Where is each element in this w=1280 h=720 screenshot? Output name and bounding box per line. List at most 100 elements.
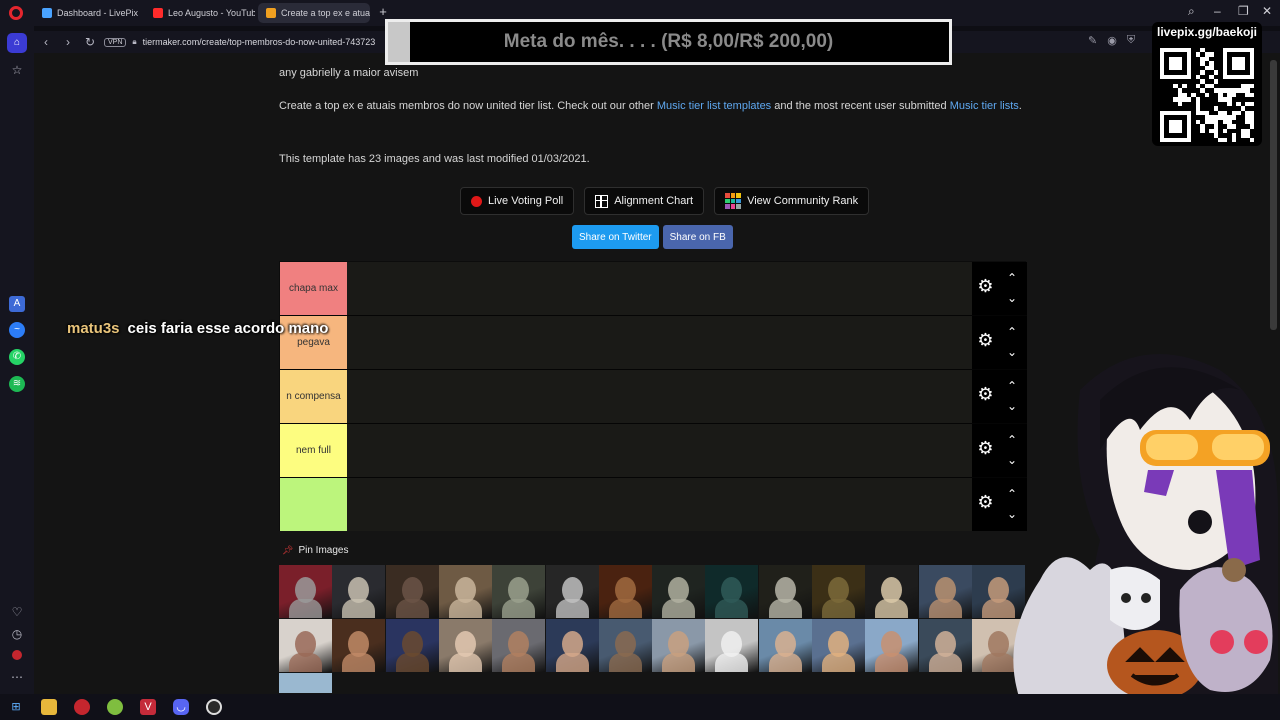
tier-image-thumb[interactable] xyxy=(492,619,546,672)
spotify-icon[interactable]: ≋ xyxy=(9,376,25,392)
obs-icon[interactable] xyxy=(206,699,222,715)
tier-image-thumb[interactable] xyxy=(705,565,759,618)
pin-images-toggle[interactable]: 📌︎ Pin Images xyxy=(282,545,348,556)
tier-image-thumb[interactable] xyxy=(279,673,332,693)
windows-start-icon[interactable]: ⊞ xyxy=(8,699,24,715)
windows-taskbar: ⊞ V ◡ xyxy=(0,694,1280,720)
camera-icon[interactable]: ◉ xyxy=(1107,34,1117,47)
tab-livepix[interactable]: Dashboard - LivePix xyxy=(34,3,142,23)
messenger-icon[interactable]: ~ xyxy=(9,322,25,338)
file-explorer-icon[interactable] xyxy=(41,699,57,715)
tier-image-thumb[interactable] xyxy=(865,565,919,618)
app-taskbar-icon[interactable] xyxy=(107,699,123,715)
tier-label[interactable]: chapa max xyxy=(280,262,347,315)
qr-module xyxy=(1222,128,1228,134)
thumb-figure xyxy=(928,599,962,618)
music-templates-link[interactable]: Music tier list templates xyxy=(657,100,771,112)
whatsapp-icon[interactable]: ✆ xyxy=(9,349,25,365)
tier-row: n compensa ⚙ ⌃ ⌄ xyxy=(280,370,1027,424)
vpn-status-icon[interactable] xyxy=(12,650,22,660)
view-community-rank-button[interactable]: View Community Rank xyxy=(714,187,870,215)
star-icon[interactable]: ☆ xyxy=(9,62,25,78)
thumb-figure xyxy=(342,599,376,618)
tier-label[interactable]: nem full xyxy=(280,424,347,477)
tier-image-thumb[interactable] xyxy=(385,619,439,672)
restore-icon[interactable]: ❐ xyxy=(1238,4,1249,18)
url-text: tiermaker.com/create/top-membros-do-now-… xyxy=(142,37,376,47)
search-tabs-icon[interactable]: ⌕ xyxy=(1188,4,1195,19)
valorant-icon[interactable]: V xyxy=(140,699,156,715)
aria-icon[interactable]: A xyxy=(9,296,25,312)
tier-image-thumb[interactable] xyxy=(438,619,492,672)
alignment-chart-button[interactable]: Alignment Chart xyxy=(584,187,705,215)
qr-label: livepix.gg/baekoji xyxy=(1156,25,1258,39)
tier-image-thumb[interactable] xyxy=(279,619,332,672)
tier-image-thumb[interactable] xyxy=(865,619,919,672)
tier-image-thumb[interactable] xyxy=(598,565,652,618)
chevron-up-icon[interactable]: ⌃ xyxy=(1006,272,1018,284)
thumb-figure xyxy=(768,653,802,672)
back-icon[interactable]: ‹ xyxy=(38,34,54,50)
tier-image-thumb[interactable] xyxy=(652,565,706,618)
tier-label[interactable] xyxy=(280,478,347,531)
tier-image-thumb[interactable] xyxy=(438,565,492,618)
discord-icon[interactable]: ◡ xyxy=(173,699,189,715)
edit-icon[interactable]: ✎ xyxy=(1088,34,1097,47)
gear-icon[interactable]: ⚙ xyxy=(977,277,994,295)
opera-taskbar-icon[interactable] xyxy=(74,699,90,715)
tier-image-thumb[interactable] xyxy=(758,619,812,672)
tier-row: chapa max ⚙ ⌃ ⌄ xyxy=(280,262,1027,316)
new-tab-button[interactable]: + xyxy=(376,5,390,19)
tier-image-thumb[interactable] xyxy=(545,619,599,672)
reload-icon[interactable]: ↻ xyxy=(82,34,98,50)
more-icon[interactable]: ⋯ xyxy=(9,669,25,685)
thumb-figure xyxy=(502,599,536,618)
livepix-qr-card: livepix.gg/baekoji xyxy=(1152,22,1262,146)
thumb-figure xyxy=(342,653,376,672)
tab-youtube[interactable]: Leo Augusto - YouTube xyxy=(145,3,255,23)
tier-image-thumb[interactable] xyxy=(705,619,759,672)
history-icon[interactable]: ◷ xyxy=(9,626,25,642)
thumb-figure xyxy=(875,653,909,672)
tier-image-thumb[interactable] xyxy=(492,565,546,618)
grid-icon xyxy=(595,194,609,208)
qr-module xyxy=(1186,97,1192,102)
tier-drop-zone[interactable] xyxy=(347,424,972,477)
share-fb-button[interactable]: Share on FB xyxy=(662,225,733,249)
page-scrollbar[interactable] xyxy=(1270,60,1277,330)
url-field[interactable]: VPN 🔒︎ tiermaker.com/create/top-membros-… xyxy=(104,33,414,51)
chevron-down-icon[interactable]: ⌄ xyxy=(1006,292,1018,304)
tier-image-thumb[interactable] xyxy=(812,565,865,618)
tier-drop-zone[interactable] xyxy=(347,370,972,423)
tier-image-thumb[interactable] xyxy=(279,565,332,618)
close-window-icon[interactable]: ✕ xyxy=(1262,4,1272,18)
tier-drop-zone[interactable] xyxy=(347,316,972,369)
tier-image-thumb[interactable] xyxy=(812,619,865,672)
live-voting-poll-button[interactable]: Live Voting Poll xyxy=(460,187,575,215)
opera-logo-icon[interactable] xyxy=(9,6,23,20)
tier-image-thumb[interactable] xyxy=(652,619,706,672)
home-icon[interactable]: ⌂ xyxy=(7,33,27,53)
tier-drop-zone[interactable] xyxy=(347,262,972,315)
music-tier-lists-link[interactable]: Music tier lists xyxy=(950,100,1019,112)
tier-image-thumb[interactable] xyxy=(332,619,386,672)
qr-module xyxy=(1231,115,1237,120)
tier-drop-zone[interactable] xyxy=(347,478,972,531)
donation-goal-bar: Meta do mês. . . . (R$ 8,00/R$ 200,00) xyxy=(385,19,952,65)
qr-module xyxy=(1249,92,1254,98)
forward-icon[interactable]: › xyxy=(60,34,76,50)
tier-image-thumb[interactable] xyxy=(332,565,386,618)
minimize-icon[interactable]: – xyxy=(1214,4,1221,18)
share-twitter-button[interactable]: Share on Twitter xyxy=(572,225,659,249)
tier-controls: ⚙ ⌃ ⌄ xyxy=(972,262,1027,315)
tab-tiermaker[interactable]: Create a top ex e atuais m xyxy=(258,3,370,23)
vpn-badge[interactable]: VPN xyxy=(104,37,127,47)
heart-icon[interactable]: ♡ xyxy=(9,604,25,620)
share-buttons: Share on Twitter Share on FB xyxy=(572,225,733,249)
tier-image-thumb[interactable] xyxy=(758,565,812,618)
tier-label[interactable]: n compensa xyxy=(280,370,347,423)
tier-image-thumb[interactable] xyxy=(385,565,439,618)
shield-icon[interactable]: ⛨ xyxy=(1127,34,1135,47)
tier-image-thumb[interactable] xyxy=(598,619,652,672)
tier-image-thumb[interactable] xyxy=(545,565,599,618)
